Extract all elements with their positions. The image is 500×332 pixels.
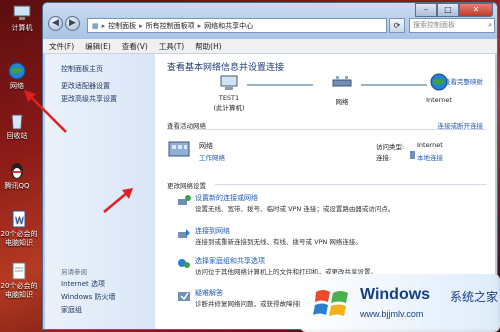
map-network: 网络 — [314, 96, 370, 106]
annotation-arrow-icon — [24, 90, 67, 133]
task-title[interactable]: 连接到网络 — [195, 226, 230, 236]
desktop-icon-qq[interactable]: 腾讯QQ — [0, 162, 37, 191]
page-title: 查看基本网络信息并设置连接 — [167, 63, 285, 73]
see-also-firewall[interactable]: Windows 防火墙 — [61, 292, 115, 302]
menu-tools[interactable]: 工具(T) — [159, 41, 184, 52]
divider — [215, 184, 487, 185]
close-button[interactable]: ✕ — [459, 3, 493, 17]
network-bench-icon — [332, 76, 352, 87]
divider — [167, 129, 487, 130]
menu-help[interactable]: 帮助(H) — [195, 41, 222, 52]
see-also-header: 另请参阅 — [61, 268, 87, 276]
change-settings-title: 更改网络设置 — [167, 182, 206, 190]
back-button[interactable]: ◀ — [48, 16, 63, 31]
map-internet-label: Internet — [426, 96, 452, 104]
see-also-internet-options[interactable]: Internet 选项 — [61, 279, 105, 289]
desktop-icon-doc-1[interactable]: W 20个必会的电脑知识 — [0, 210, 39, 248]
connections-label: 连接: — [376, 154, 392, 162]
see-also-homegroup[interactable]: 家庭组 — [61, 305, 82, 315]
chevron-right-icon: ▸ — [197, 21, 202, 30]
connect-network-icon — [178, 229, 190, 238]
watermark-badge: Windows 系统之家 www.bjjmlv.com — [300, 274, 500, 332]
connection-icon — [410, 151, 415, 159]
network-building-icon — [168, 141, 190, 157]
maximize-button[interactable]: □ — [437, 3, 459, 17]
chevron-right-icon: ▸ — [139, 21, 143, 30]
desktop-icon-network[interactable]: 网络 — [0, 62, 37, 91]
annotation-arrow-icon — [103, 188, 133, 213]
window-caption-buttons: – □ ✕ — [415, 3, 493, 17]
setup-connection-icon — [178, 195, 191, 205]
menu-file[interactable]: 文件(F) — [49, 41, 74, 52]
task-desc: 连接到或重新连接到无线、有线、拨号或 VPN 网络连接。 — [195, 238, 362, 246]
local-connection-link[interactable]: 本地连接 — [417, 152, 443, 162]
forward-button[interactable]: ▶ — [65, 16, 80, 31]
map-link-line — [247, 84, 313, 86]
map-computer-name: TEST1 — [218, 94, 240, 102]
desktop-icon-label: 腾讯QQ — [4, 182, 30, 190]
breadcrumb-item[interactable]: 网络和共享中心 — [204, 21, 253, 31]
view-full-map-link[interactable]: 查看完整映射 — [444, 76, 483, 86]
breadcrumb-item[interactable]: 所有控制面板项 — [146, 21, 195, 31]
document-icon — [12, 262, 26, 280]
desktop-icon-computer[interactable]: 计算机 — [2, 4, 42, 33]
chevron-right-icon: ▸ — [101, 21, 106, 30]
watermark-title: Windows — [360, 286, 431, 303]
search-input[interactable]: 搜索控制面板 ⌕ — [409, 18, 495, 33]
minimize-button[interactable]: – — [415, 3, 437, 17]
watermark-url: www.bjjmlv.com — [360, 309, 424, 319]
map-computer: TEST1 (此计算机) — [201, 94, 257, 112]
menu-view[interactable]: 查看(V) — [122, 41, 148, 52]
map-network-label: 网络 — [335, 98, 349, 106]
homegroup-icon — [178, 259, 190, 268]
map-computer-sub: (此计算机) — [213, 104, 245, 112]
task-setup-connection[interactable]: 设置新的连接或网络 设置无线、宽带、拨号、临时或 VPN 连接；或设置路由器或访… — [177, 193, 487, 217]
desktop-icon-doc-2[interactable]: 20个必会的电脑知识 — [0, 262, 39, 300]
svg-text:W: W — [15, 216, 24, 226]
desktop-icon-label: 20个必会的电脑知识 — [0, 282, 38, 299]
word-document-icon: W — [12, 210, 26, 228]
task-connect-network[interactable]: 连接到网络 连接到或重新连接到无线、有线、拨号或 VPN 网络连接。 — [177, 226, 487, 250]
network-globe-icon — [8, 62, 26, 80]
watermark-cn: 系统之家 — [450, 290, 499, 304]
map-internet: Internet — [411, 96, 467, 104]
task-title[interactable]: 选择家庭组和共享选项 — [195, 256, 265, 266]
search-placeholder: 搜索控制面板 — [413, 21, 455, 29]
task-title[interactable]: 疑难解答 — [195, 288, 223, 298]
address-bar-icon: ▦ — [92, 21, 99, 30]
desktop-icon-label: 20个必会的电脑知识 — [0, 230, 38, 247]
menu-edit[interactable]: 编辑(E) — [85, 41, 111, 52]
title-bar: ◀ ▶ – □ ✕ ▦ ▸ 控制面板 ▸ 所有控制面板项 ▸ 网络和共享中心 ⟳… — [43, 3, 497, 39]
access-type-label: 访问类型: — [376, 143, 405, 151]
active-network-type-link[interactable]: 工作网络 — [199, 152, 225, 162]
task-desc: 设置无线、宽带、拨号、临时或 VPN 连接；或设置路由器或访问点。 — [195, 205, 395, 213]
address-bar[interactable]: ▦ ▸ 控制面板 ▸ 所有控制面板项 ▸ 网络和共享中心 — [87, 18, 387, 33]
active-network-name: 网络 — [199, 142, 213, 150]
sidebar-link-home[interactable]: 控制面板主页 — [61, 64, 103, 74]
internet-globe-icon — [430, 73, 448, 91]
computer-icon — [13, 5, 31, 20]
map-link-line — [361, 84, 427, 86]
windows-logo-icon — [313, 290, 348, 316]
qq-penguin-icon — [11, 163, 23, 179]
task-title[interactable]: 设置新的连接或网络 — [195, 193, 258, 203]
troubleshoot-icon — [178, 292, 190, 301]
breadcrumb-item[interactable]: 控制面板 — [108, 21, 136, 31]
search-icon: ⌕ — [488, 21, 492, 29]
refresh-button[interactable]: ⟳ — [389, 18, 405, 33]
computer-icon — [220, 75, 238, 90]
desktop-icon-label: 计算机 — [11, 24, 33, 32]
access-type-value: Internet — [417, 141, 443, 149]
menu-bar: 文件(F) 编辑(E) 查看(V) 工具(T) 帮助(H) — [43, 39, 497, 54]
